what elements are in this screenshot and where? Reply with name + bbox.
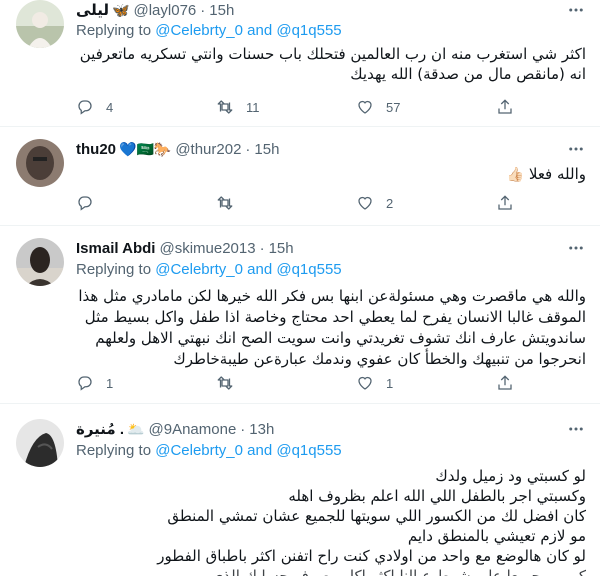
thumbs-up-emoji: 👍🏻 <box>506 167 525 183</box>
reply-icon <box>78 196 92 211</box>
tweet[interactable]: thu20 💙🇸🇦🐎 @thur202 · 15h والله فعلا 👍🏻 … <box>0 127 600 226</box>
name-emoji: 💙🇸🇦🐎 <box>119 141 172 157</box>
tweet-header: مُنيرة . 🌥️ @9Anamone · 13h <box>76 419 560 439</box>
tweet-text: اكثر شي استغرب منه ان رب العالمين فتحلك … <box>79 45 586 83</box>
display-name[interactable]: Ismail Abdi <box>76 240 155 257</box>
share-button[interactable] <box>496 374 516 392</box>
share-button[interactable] <box>496 98 516 116</box>
timestamp[interactable]: 15h <box>209 2 234 19</box>
more-icon[interactable] <box>566 139 586 159</box>
like-button[interactable]: 57 <box>356 98 446 116</box>
tweet-header: Ismail Abdi @skimue2013 · 15h <box>76 238 560 258</box>
reply-icon <box>78 376 92 391</box>
replying-to-link[interactable]: @Celebrty_0 and @q1q555 <box>155 22 341 39</box>
tweet-actions: 1 1 <box>76 373 516 393</box>
retweet-button[interactable]: 11 <box>216 98 306 116</box>
display-name[interactable]: thu20 <box>76 141 116 158</box>
separator-dot: · <box>259 239 265 257</box>
username[interactable]: @skimue2013 <box>159 240 255 257</box>
tweet-text: والله فعلا 👍🏻 <box>506 165 586 183</box>
tweet-actions: 2 <box>76 193 516 213</box>
replying-to-link[interactable]: @Celebrty_0 and @q1q555 <box>155 442 341 459</box>
reply-button[interactable]: 1 <box>76 374 166 392</box>
more-icon[interactable] <box>566 238 586 258</box>
avatar[interactable] <box>16 238 64 286</box>
avatar[interactable] <box>16 419 64 467</box>
separator-dot: · <box>200 1 206 19</box>
like-button[interactable]: 1 <box>356 374 446 392</box>
share-icon <box>498 375 512 390</box>
retweet-icon <box>217 100 233 114</box>
replying-to-link[interactable]: @Celebrty_0 and @q1q555 <box>155 261 341 278</box>
retweet-button[interactable] <box>216 374 306 392</box>
tweet-text: لو كسبتي ود زميل ولدك وكسبتي اجر بالطفل … <box>157 467 586 576</box>
display-name[interactable]: ليلى <box>76 1 109 19</box>
separator-dot: · <box>245 140 251 158</box>
username[interactable]: @9Anamone <box>149 421 237 438</box>
more-icon[interactable] <box>566 419 586 439</box>
tweet[interactable]: Ismail Abdi @skimue2013 · 15h Replying t… <box>0 226 600 404</box>
timestamp[interactable]: 15h <box>269 240 294 257</box>
separator-dot: · <box>240 420 246 438</box>
retweet-icon <box>217 376 233 390</box>
name-emoji: 🌥️ <box>127 421 145 437</box>
share-icon <box>498 195 512 210</box>
tweet-header: thu20 💙🇸🇦🐎 @thur202 · 15h <box>76 139 560 159</box>
retweet-icon <box>217 196 233 210</box>
more-icon[interactable] <box>566 0 586 20</box>
heart-icon <box>358 100 372 114</box>
name-emoji: 🦋 <box>112 2 130 18</box>
tweet-text: والله هي ماقصرت وهي مسئولةعن ابنها بس فك… <box>78 287 586 368</box>
share-icon <box>498 99 512 114</box>
replying-to: Replying to @Celebrty_0 and @q1q555 <box>76 22 342 39</box>
username[interactable]: @layl076 <box>134 2 197 19</box>
tweet-header: ليلى 🦋 @layl076 · 15h <box>76 0 560 20</box>
reply-icon <box>78 100 92 115</box>
reply-button[interactable]: 4 <box>76 98 166 116</box>
tweet-actions: 4 11 57 <box>76 97 516 117</box>
heart-icon <box>358 196 372 210</box>
timestamp[interactable]: 15h <box>254 141 279 158</box>
reply-button[interactable] <box>76 194 166 212</box>
username[interactable]: @thur202 <box>175 141 241 158</box>
retweet-button[interactable] <box>216 194 306 212</box>
avatar[interactable] <box>16 139 64 187</box>
avatar[interactable] <box>16 0 64 48</box>
heart-icon <box>358 376 372 390</box>
like-button[interactable]: 2 <box>356 194 446 212</box>
replying-to: Replying to @Celebrty_0 and @q1q555 <box>76 261 342 278</box>
timestamp[interactable]: 13h <box>249 421 274 438</box>
share-button[interactable] <box>496 194 516 212</box>
tweet[interactable]: ليلى 🦋 @layl076 · 15h Replying to @Celeb… <box>0 0 600 127</box>
tweet[interactable]: مُنيرة . 🌥️ @9Anamone · 13h Replying to … <box>0 404 600 576</box>
replying-to: Replying to @Celebrty_0 and @q1q555 <box>76 442 342 459</box>
display-name[interactable]: مُنيرة . <box>76 420 124 438</box>
